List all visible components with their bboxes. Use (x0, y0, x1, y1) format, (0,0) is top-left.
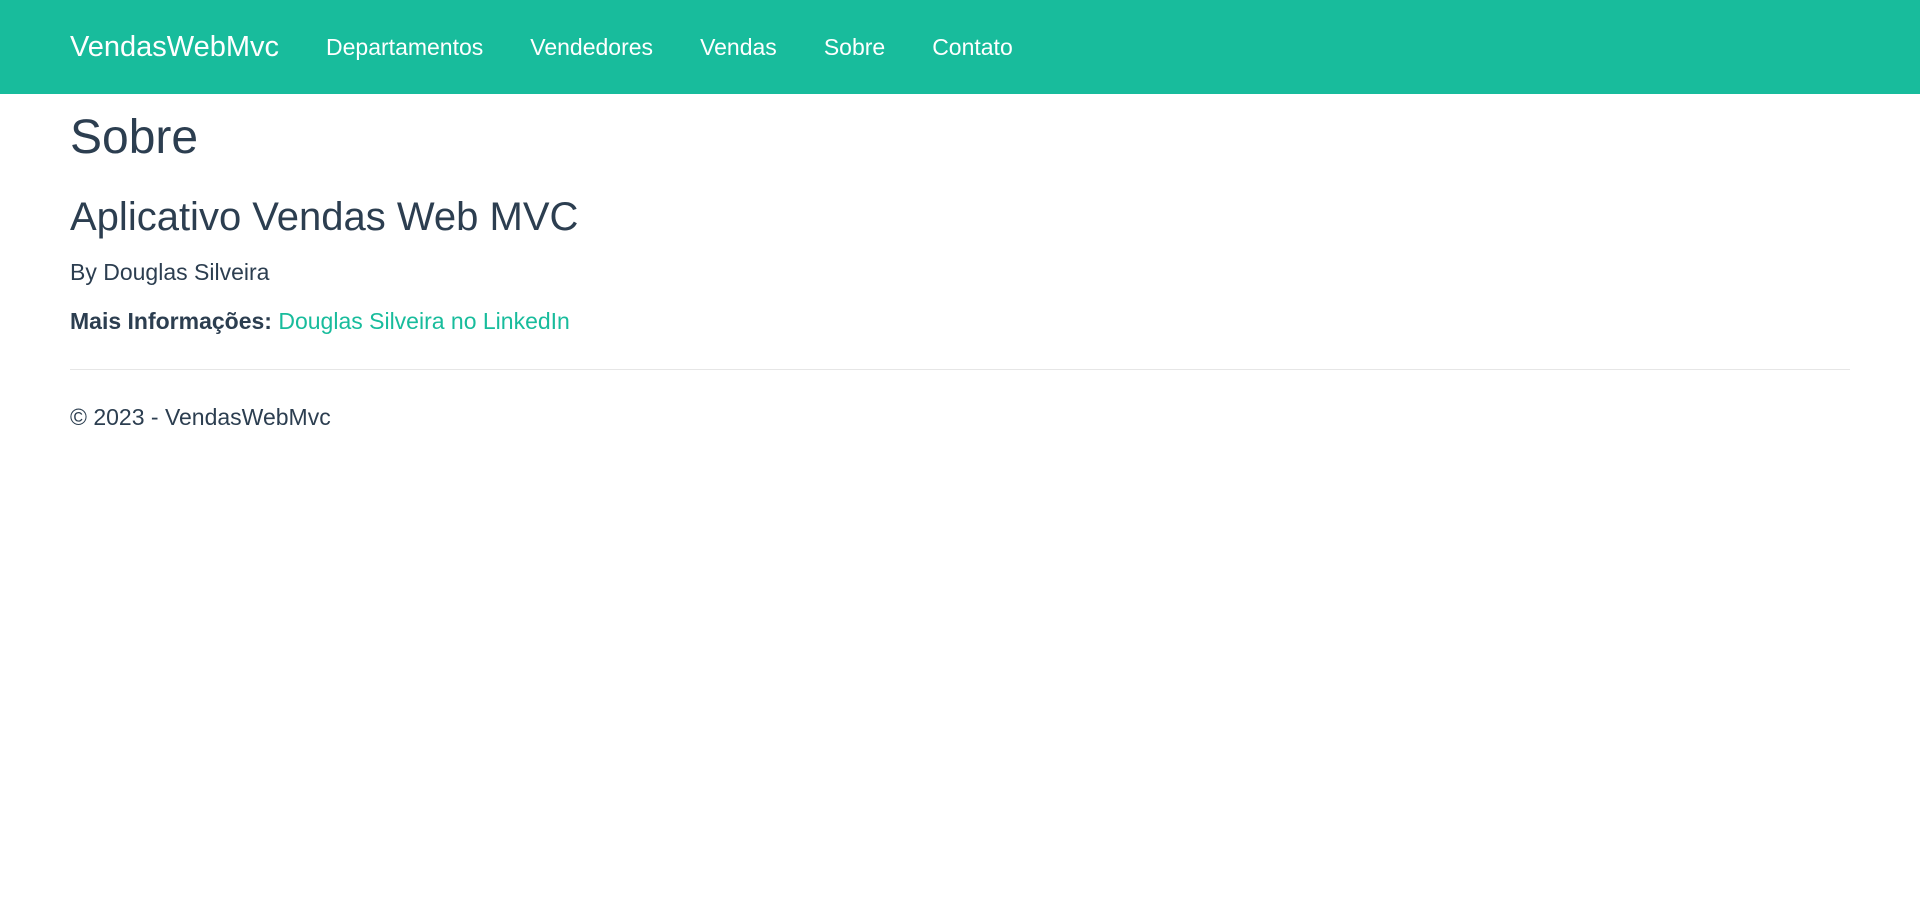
author-byline: By Douglas Silveira (70, 258, 270, 285)
app-title: Aplicativo Vendas Web MVC (70, 194, 579, 239)
footer-copyright: © 2023 - VendasWebMvc (70, 403, 331, 430)
brand-link[interactable]: VendasWebMvc (70, 31, 279, 64)
nav-item-departamentos[interactable]: Departamentos (326, 34, 483, 61)
nav-menu: Departamentos Vendedores Vendas Sobre Co… (326, 34, 1060, 61)
footer: © 2023 - VendasWebMvc (70, 404, 1850, 431)
footer-divider (70, 368, 1850, 370)
nav-item-vendedores[interactable]: Vendedores (530, 34, 653, 61)
more-info-line: Mais Informações: Douglas Silveira no Li… (70, 308, 1850, 335)
nav-item-vendas[interactable]: Vendas (700, 34, 777, 61)
top-navbar: VendasWebMvc Departamentos Vendedores Ve… (0, 0, 1920, 94)
linkedin-link[interactable]: Douglas Silveira no LinkedIn (278, 308, 570, 334)
nav-item-sobre[interactable]: Sobre (824, 34, 885, 61)
main-content: Sobre Aplicativo Vendas Web MVC By Dougl… (0, 111, 1920, 431)
nav-item-contato[interactable]: Contato (932, 34, 1013, 61)
page-title: Sobre (70, 111, 199, 164)
more-info-label: Mais Informações: (70, 307, 272, 334)
